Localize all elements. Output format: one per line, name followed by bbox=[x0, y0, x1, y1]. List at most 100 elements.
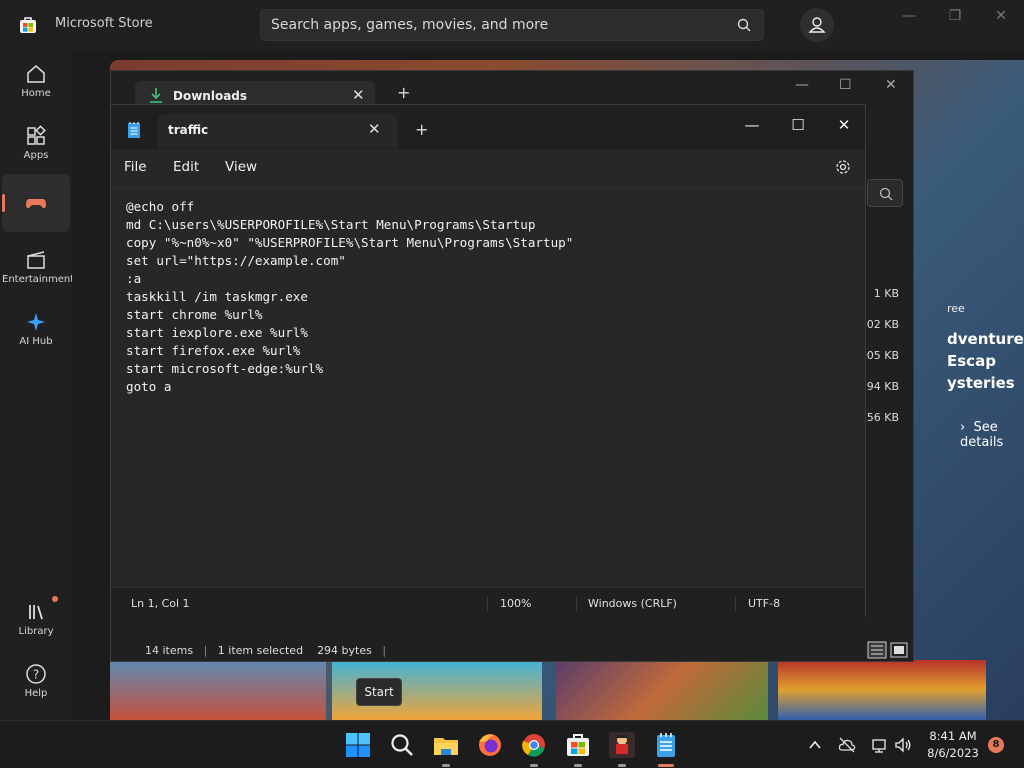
sidebar-item-label: Apps bbox=[23, 150, 49, 161]
svg-text:?: ? bbox=[33, 668, 39, 682]
start-icon[interactable] bbox=[344, 731, 372, 759]
notepad-close-button[interactable]: ✕ bbox=[821, 111, 867, 139]
store-search-placeholder: Search apps, games, movies, and more bbox=[271, 17, 549, 33]
hero-title-line1: dventure Escap bbox=[947, 330, 1024, 370]
explorer-status-bar: 14 items | 1 item selected 294 bytes | bbox=[145, 644, 387, 657]
notepad-text-area[interactable]: @echo off md C:\users\%USERPOROFILE%\Sta… bbox=[111, 187, 865, 587]
status-separator bbox=[735, 596, 736, 612]
notepad-menu-bar: File Edit View bbox=[111, 149, 865, 187]
status-size: 294 bytes bbox=[317, 644, 372, 657]
sidebar-item-entertainment[interactable]: Entertainment bbox=[2, 240, 75, 298]
notepad-app-icon bbox=[128, 122, 140, 138]
sidebar-item-ai-hub[interactable]: AI Hub bbox=[2, 302, 70, 360]
store-maximize-button[interactable]: ❐ bbox=[940, 8, 970, 28]
encoding: UTF-8 bbox=[748, 597, 781, 610]
notepad-tab-close-icon[interactable]: ✕ bbox=[368, 120, 381, 138]
search-icon[interactable] bbox=[737, 18, 751, 32]
active-indicator bbox=[658, 764, 674, 767]
notepad-new-tab-button[interactable]: + bbox=[415, 120, 428, 139]
status-selection: 1 item selected bbox=[217, 644, 304, 657]
details-view-icon[interactable] bbox=[867, 641, 887, 659]
explorer-minimize-button[interactable]: — bbox=[795, 77, 809, 93]
store-logo-icon bbox=[20, 17, 36, 33]
notepad-status-bar: Ln 1, Col 1 100% Windows (CRLF) UTF-8 bbox=[111, 587, 865, 617]
help-icon: ? bbox=[26, 664, 46, 684]
home-icon bbox=[27, 65, 45, 83]
store-close-button[interactable]: ✕ bbox=[986, 8, 1016, 28]
line-ending: Windows (CRLF) bbox=[588, 597, 677, 610]
start-tooltip: Start bbox=[356, 678, 402, 706]
sidebar-item-home[interactable]: Home bbox=[2, 54, 70, 112]
running-indicator bbox=[442, 764, 450, 767]
entertainment-icon bbox=[27, 251, 45, 269]
tiles-view-icon[interactable] bbox=[889, 641, 909, 659]
game-tile[interactable] bbox=[110, 660, 326, 720]
search-icon bbox=[879, 187, 893, 201]
download-icon bbox=[150, 88, 162, 103]
file-explorer-icon[interactable] bbox=[432, 731, 460, 759]
store-icon[interactable] bbox=[564, 731, 592, 759]
notification-badge[interactable]: 8 bbox=[988, 737, 1004, 753]
sidebar-item-label: Help bbox=[24, 688, 48, 699]
firefox-icon[interactable] bbox=[476, 731, 504, 759]
sidebar-item-help[interactable]: ? Help bbox=[2, 654, 70, 712]
apps-icon bbox=[27, 125, 46, 145]
chevron-right-icon: › bbox=[960, 420, 974, 435]
network-icon[interactable] bbox=[870, 736, 888, 754]
running-indicator bbox=[530, 764, 538, 767]
running-indicator bbox=[618, 764, 626, 767]
zoom-level: 100% bbox=[500, 597, 532, 610]
running-indicator bbox=[574, 764, 582, 767]
explorer-view-toggle bbox=[867, 641, 911, 661]
notepad-tab-traffic[interactable]: traffic ✕ bbox=[158, 114, 398, 148]
status-separator bbox=[487, 596, 488, 612]
explorer-close-button[interactable]: ✕ bbox=[885, 77, 897, 93]
volume-icon[interactable] bbox=[894, 736, 912, 754]
clock-time: 8:41 AM bbox=[929, 729, 977, 743]
status-item-count: 14 items bbox=[145, 644, 194, 657]
hero-title: dventure Escap ysteries bbox=[947, 328, 1024, 394]
sidebar-item-label: Home bbox=[21, 88, 51, 99]
user-icon bbox=[808, 17, 826, 33]
game-tile[interactable] bbox=[556, 660, 768, 720]
sidebar-item-label: Library bbox=[18, 626, 54, 637]
notepad-icon[interactable] bbox=[652, 731, 680, 759]
menu-file[interactable]: File bbox=[124, 159, 147, 175]
gaming-icon bbox=[26, 199, 46, 209]
see-details-button[interactable]: › See details bbox=[960, 420, 1024, 450]
sidebar-item-gaming[interactable] bbox=[2, 174, 70, 232]
game-tile[interactable] bbox=[778, 660, 986, 720]
store-search-input[interactable]: Search apps, games, movies, and more bbox=[260, 9, 764, 41]
chrome-icon[interactable] bbox=[520, 731, 548, 759]
explorer-maximize-button[interactable]: ☐ bbox=[839, 77, 852, 93]
store-minimize-button[interactable]: — bbox=[894, 8, 924, 28]
library-notification-dot bbox=[52, 596, 58, 602]
notepad-maximize-button[interactable]: ☐ bbox=[775, 111, 821, 139]
ai-hub-icon bbox=[27, 313, 45, 331]
game-icon[interactable] bbox=[608, 731, 636, 759]
status-separator bbox=[576, 596, 577, 612]
gear-icon[interactable] bbox=[835, 159, 851, 175]
explorer-tab-label: Downloads bbox=[173, 89, 248, 103]
taskbar: 8:41 AM 8/6/2023 8 bbox=[0, 720, 1024, 768]
explorer-tab-close-icon[interactable]: ✕ bbox=[352, 86, 365, 104]
notepad-window: traffic ✕ + — ☐ ✕ File Edit View @echo o… bbox=[110, 104, 866, 617]
menu-edit[interactable]: Edit bbox=[173, 159, 199, 175]
explorer-search-button[interactable] bbox=[867, 179, 903, 207]
cursor-position: Ln 1, Col 1 bbox=[131, 597, 190, 610]
notepad-titlebar: traffic ✕ + — ☐ ✕ bbox=[111, 105, 865, 149]
notepad-minimize-button[interactable]: — bbox=[729, 111, 775, 139]
notepad-content: @echo off md C:\users\%USERPOROFILE%\Sta… bbox=[126, 199, 574, 394]
clock-date: 8/6/2023 bbox=[927, 746, 979, 760]
sidebar-item-label: Entertainment bbox=[2, 274, 75, 285]
sidebar-item-library[interactable]: Library bbox=[2, 592, 70, 650]
cloud-off-icon[interactable] bbox=[838, 736, 856, 754]
game-tiles-row bbox=[110, 660, 990, 720]
sidebar-item-label: AI Hub bbox=[19, 336, 53, 347]
explorer-new-tab-button[interactable]: + bbox=[397, 83, 410, 102]
account-button[interactable] bbox=[800, 8, 834, 42]
sidebar-item-apps[interactable]: Apps bbox=[2, 116, 70, 174]
chevron-up-icon[interactable] bbox=[806, 736, 824, 754]
search-icon[interactable] bbox=[388, 731, 416, 759]
menu-view[interactable]: View bbox=[225, 159, 257, 175]
